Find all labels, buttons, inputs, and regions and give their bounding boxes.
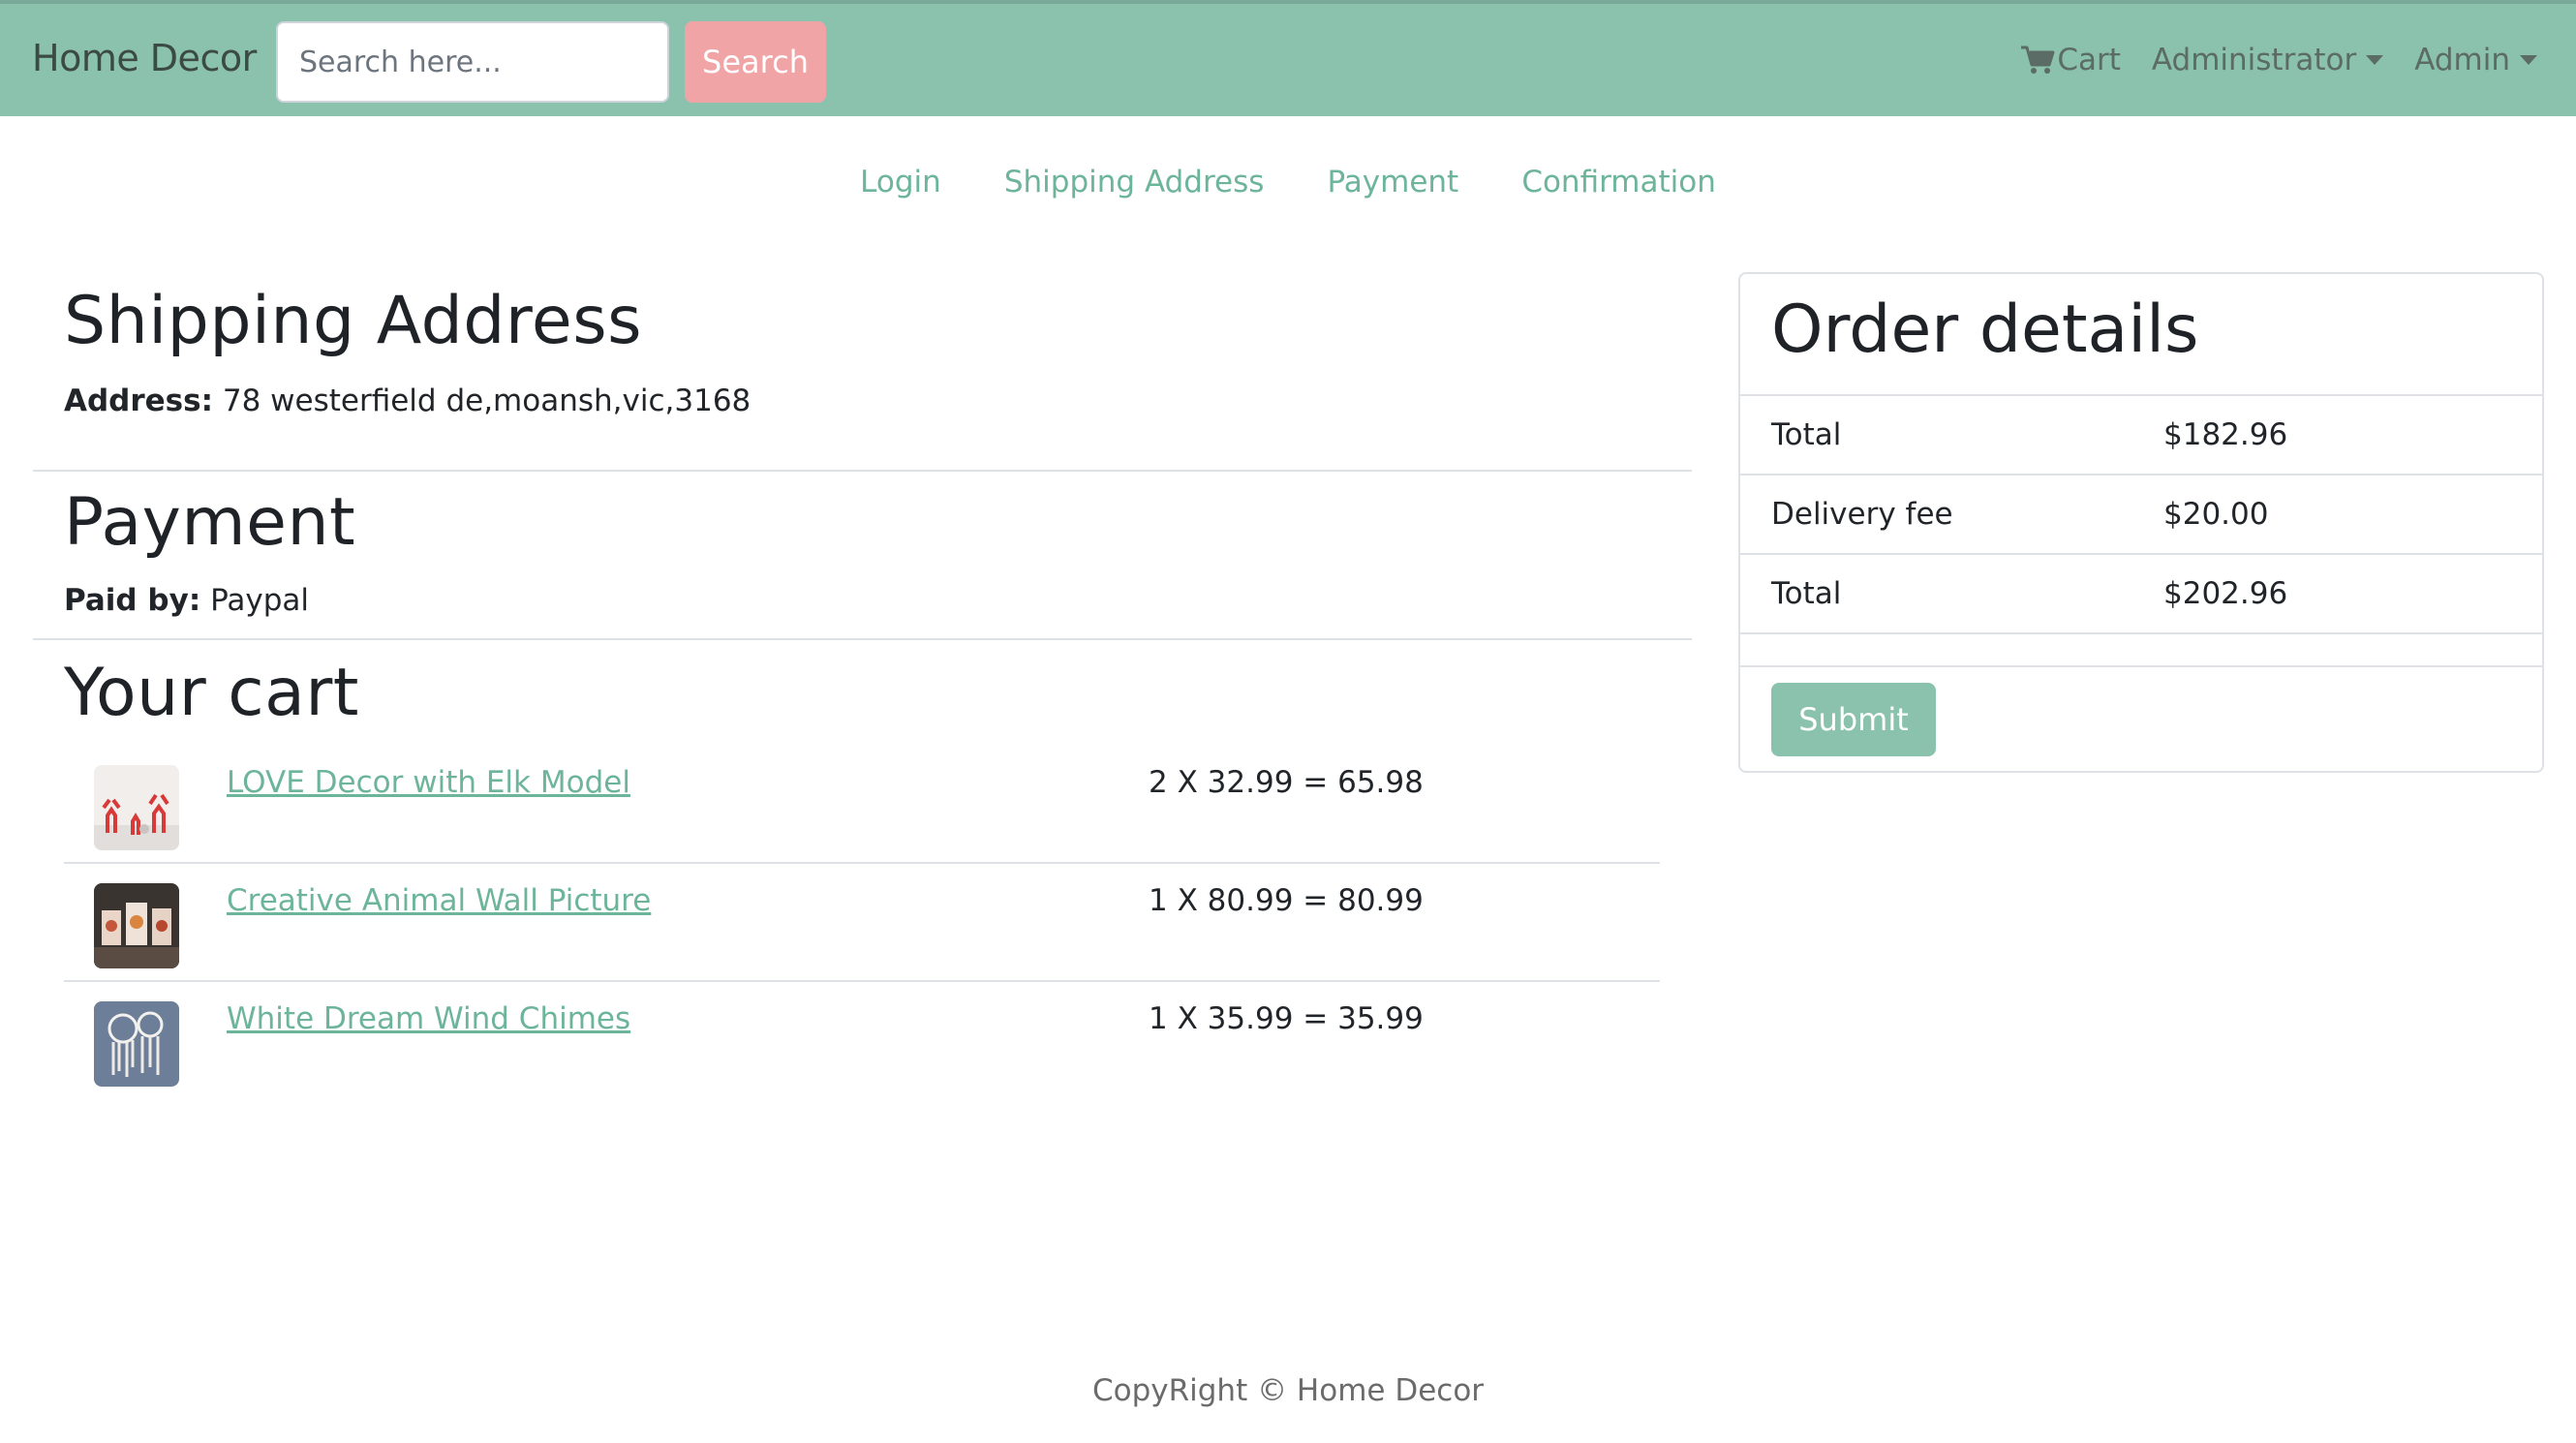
step-shipping-address[interactable]: Shipping Address	[1004, 165, 1265, 200]
step-confirmation[interactable]: Confirmation	[1521, 165, 1716, 200]
step-payment[interactable]: Payment	[1328, 165, 1459, 200]
order-row-label: Total	[1771, 417, 1842, 452]
address-label: Address:	[64, 384, 213, 418]
product-thumbnail[interactable]	[94, 1001, 179, 1087]
order-details-card: Order details Total $182.96 Delivery fee…	[1738, 272, 2544, 773]
checkout-steps: Login Shipping Address Payment Confirmat…	[0, 165, 2576, 200]
order-details-title: Order details	[1771, 292, 2199, 368]
divider	[33, 470, 1692, 472]
cart-item-calc: 1 X 35.99 = 35.99	[1149, 1001, 1424, 1036]
paid-by-label: Paid by:	[64, 583, 201, 618]
order-row-value: $182.96	[2163, 417, 2288, 452]
address-value: 78 westerfield de,moansh,vic,3168	[222, 384, 751, 418]
order-row-label: Delivery fee	[1771, 497, 1953, 532]
order-row-value: $20.00	[2163, 497, 2269, 532]
search-button[interactable]: Search	[685, 21, 826, 103]
cart-item: LOVE Decor with Elk Model 2 X 32.99 = 65…	[64, 746, 1660, 864]
admin-user-dropdown[interactable]: Admin	[2414, 43, 2537, 77]
search-input[interactable]	[276, 21, 669, 103]
step-login[interactable]: Login	[860, 165, 941, 200]
paid-by-value: Paypal	[210, 583, 310, 618]
cart-item-link[interactable]: Creative Animal Wall Picture	[227, 883, 651, 918]
order-row-spacer	[1740, 632, 2542, 665]
product-thumbnail[interactable]	[94, 883, 179, 968]
order-row-label: Total	[1771, 576, 1842, 611]
order-row-total: Total $202.96	[1740, 553, 2542, 632]
cart-title: Your cart	[64, 655, 359, 731]
cart-item-calc: 2 X 32.99 = 65.98	[1149, 765, 1424, 800]
order-row-subtotal: Total $182.96	[1740, 394, 2542, 474]
cart-link[interactable]: Cart	[2020, 43, 2121, 77]
administrator-dropdown-label: Administrator	[2151, 43, 2357, 77]
footer-copyright: CopyRight © Home Decor	[1091, 1373, 1485, 1408]
brand-logo[interactable]: Home Decor	[32, 37, 257, 79]
cart-item: White Dream Wind Chimes 1 X 35.99 = 35.9…	[64, 982, 1660, 1100]
shipping-title: Shipping Address	[64, 283, 643, 359]
cart-item-link[interactable]: LOVE Decor with Elk Model	[227, 765, 630, 800]
order-row-delivery-fee: Delivery fee $20.00	[1740, 474, 2542, 553]
admin-user-dropdown-label: Admin	[2414, 43, 2510, 77]
shipping-address-line: Address: 78 westerfield de,moansh,vic,31…	[64, 384, 751, 418]
payment-title: Payment	[64, 484, 356, 561]
cart-item-link[interactable]: White Dream Wind Chimes	[227, 1001, 630, 1036]
caret-down-icon	[2366, 55, 2384, 65]
product-thumbnail[interactable]	[94, 765, 179, 850]
cart-item-calc: 1 X 80.99 = 80.99	[1149, 883, 1424, 918]
caret-down-icon	[2520, 55, 2537, 65]
administrator-dropdown[interactable]: Administrator	[2151, 43, 2384, 77]
submit-button[interactable]: Submit	[1771, 683, 1936, 756]
cart-item: Creative Animal Wall Picture 1 X 80.99 =…	[64, 864, 1660, 982]
cart-icon	[2021, 46, 2055, 74]
cart-link-label: Cart	[2057, 43, 2121, 77]
order-row-value: $202.96	[2163, 576, 2288, 611]
navbar-right: Cart Administrator Admin	[2020, 43, 2537, 77]
payment-method-line: Paid by: Paypal	[64, 583, 309, 618]
divider	[33, 638, 1692, 640]
divider	[1740, 665, 2542, 667]
navbar: Home Decor Search Cart Administrator Adm…	[0, 0, 2576, 116]
